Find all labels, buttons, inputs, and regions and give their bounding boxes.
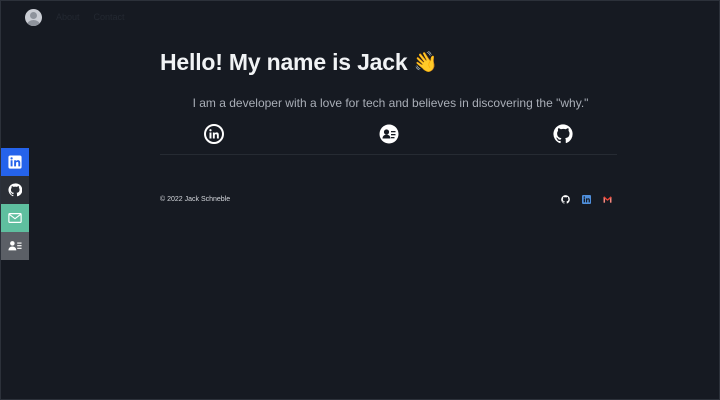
copyright-text: © 2022 Jack Schneble: [160, 196, 231, 203]
mail-icon: [8, 213, 22, 223]
social-icon-row: [160, 124, 617, 144]
nav-link-about[interactable]: About: [56, 12, 80, 22]
section-divider: [160, 154, 617, 155]
github-icon: [8, 183, 22, 197]
hero-tagline: I am a developer with a love for tech an…: [192, 96, 589, 110]
social-sidebar: [1, 148, 29, 260]
page-title: Hello! My name is Jack 👋: [160, 49, 617, 76]
gmail-icon[interactable]: [603, 195, 612, 204]
avatar[interactable]: [25, 8, 42, 26]
sidebar-github-button[interactable]: [1, 176, 29, 204]
linkedin-link[interactable]: [204, 124, 224, 144]
top-nav: About Contact: [25, 7, 125, 27]
github-icon[interactable]: [561, 195, 570, 204]
github-link-icon[interactable]: [553, 124, 573, 144]
footer-icons: [561, 195, 617, 204]
linkedin-icon[interactable]: [582, 195, 591, 204]
footer: © 2022 Jack Schneble: [160, 195, 617, 204]
resume-link-icon[interactable]: [379, 124, 399, 144]
hero-title-text: Hello! My name is Jack: [160, 49, 408, 75]
sidebar-linkedin-button[interactable]: [1, 148, 29, 176]
hero-section: Hello! My name is Jack 👋 I am a develope…: [160, 49, 617, 155]
resume-icon: [8, 241, 22, 251]
nav-link-contact[interactable]: Contact: [94, 12, 125, 22]
linkedin-icon: [209, 129, 219, 139]
wave-emoji-icon: 👋: [412, 50, 440, 76]
sidebar-resume-button[interactable]: [1, 232, 29, 260]
linkedin-icon: [8, 155, 22, 169]
sidebar-mail-button[interactable]: [1, 204, 29, 232]
